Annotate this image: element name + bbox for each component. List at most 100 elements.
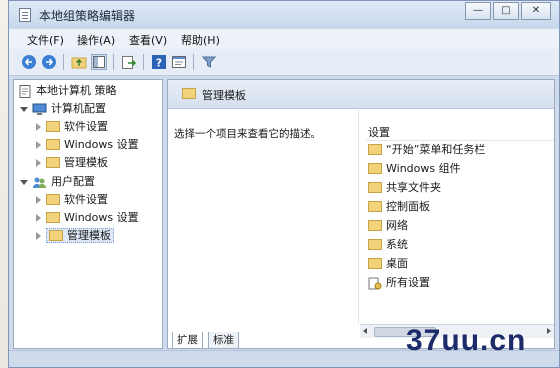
folder-icon — [368, 143, 382, 155]
close-button[interactable]: ✕ — [521, 2, 551, 20]
list-item-label: 系统 — [386, 238, 408, 251]
list-item[interactable]: 桌面 — [368, 256, 408, 272]
watermark-text: 37uu.cn — [406, 324, 527, 357]
list-item-label: 控制面板 — [386, 200, 430, 213]
scroll-left-icon[interactable] — [363, 328, 367, 334]
maximize-button[interactable]: □ — [493, 2, 519, 20]
export-icon[interactable] — [121, 54, 137, 70]
filter-icon[interactable] — [201, 54, 217, 70]
folder-icon — [368, 219, 382, 231]
list-item-label: 网络 — [386, 219, 408, 232]
tree-label: 本地计算机 策略 — [36, 84, 117, 97]
folder-icon — [368, 257, 382, 269]
app-icon — [19, 8, 31, 22]
collapse-arrow-icon[interactable] — [20, 180, 28, 185]
tree-node-admin-templates[interactable]: 管理模板 — [18, 155, 108, 171]
folder-icon — [46, 138, 60, 150]
menu-help[interactable]: 帮助(H) — [181, 32, 220, 48]
tree-node-user-software-settings[interactable]: 软件设置 — [18, 192, 108, 208]
list-item[interactable]: 共享文件夹 — [368, 180, 441, 196]
menu-view[interactable]: 查看(V) — [129, 32, 167, 48]
tree-label: 计算机配置 — [51, 102, 106, 115]
details-header: 管理模板 — [168, 80, 554, 109]
tree-node-software-settings[interactable]: 软件设置 — [18, 119, 108, 135]
help-icon[interactable]: ? — [151, 54, 167, 70]
list-item[interactable]: 网络 — [368, 218, 408, 234]
tab-extended[interactable]: 扩展 — [172, 332, 203, 349]
tree-node-user-admin-templates[interactable]: 管理模板 — [18, 228, 114, 244]
menu-file[interactable]: 文件(F) — [27, 32, 64, 48]
forward-icon[interactable] — [41, 54, 57, 70]
tree-label: 管理模板 — [67, 229, 111, 242]
group-policy-editor-window: 本地组策略编辑器 — □ ✕ 文件(F) 操作(A) 查看(V) 帮助(H) ? — [8, 0, 560, 368]
expand-arrow-icon[interactable] — [36, 214, 41, 222]
folder-icon — [46, 156, 60, 168]
collapse-arrow-icon[interactable] — [20, 107, 28, 112]
tree-node-windows-settings[interactable]: Windows 设置 — [18, 137, 139, 153]
tree-label: Windows 设置 — [64, 211, 139, 224]
list-item[interactable]: 控制面板 — [368, 199, 430, 215]
folder-icon — [368, 181, 382, 193]
properties-icon[interactable] — [171, 54, 187, 70]
details-pane: 管理模板 选择一个项目来查看它的描述。 设置 “开始”菜单和任务栏 Window… — [167, 79, 555, 349]
tree-label: 用户配置 — [51, 175, 95, 188]
folder-icon — [182, 88, 196, 99]
computer-icon — [32, 103, 47, 115]
list-item-label: 所有设置 — [386, 276, 430, 289]
all-settings-icon — [368, 277, 382, 289]
toolbar: ? — [9, 49, 559, 76]
expand-arrow-icon[interactable] — [36, 232, 41, 240]
list-item-label: Windows 组件 — [386, 162, 461, 175]
show-tree-icon[interactable] — [91, 54, 107, 70]
tab-standard[interactable]: 标准 — [208, 332, 239, 349]
folder-icon — [46, 120, 60, 132]
tree-node-user-windows-settings[interactable]: Windows 设置 — [18, 210, 139, 226]
column-header-label: 设置 — [368, 126, 390, 139]
folder-icon — [49, 229, 63, 241]
toolbar-separator — [143, 54, 144, 70]
svg-text:?: ? — [156, 57, 162, 70]
list-item-label: “开始”菜单和任务栏 — [386, 143, 486, 156]
toolbar-separator — [113, 54, 114, 70]
tree-label: 管理模板 — [64, 156, 108, 169]
column-divider — [358, 108, 359, 324]
list-item-label: 共享文件夹 — [386, 181, 441, 194]
expand-arrow-icon[interactable] — [36, 123, 41, 131]
list-item[interactable]: 系统 — [368, 237, 408, 253]
tree-label: 软件设置 — [64, 193, 108, 206]
expand-arrow-icon[interactable] — [36, 196, 41, 204]
tree-node-user-config[interactable]: 用户配置 — [18, 174, 95, 190]
minimize-button[interactable]: — — [465, 2, 491, 20]
users-icon — [33, 177, 46, 188]
toolbar-separator — [193, 54, 194, 70]
folder-icon — [368, 200, 382, 212]
menu-action[interactable]: 操作(A) — [77, 32, 115, 48]
tree-node-local-policy[interactable]: 本地计算机 策略 — [18, 83, 117, 99]
title-bar[interactable]: 本地组策略编辑器 — □ ✕ — [9, 1, 559, 29]
view-tabs: 扩展 标准 — [168, 332, 288, 350]
list-item[interactable]: Windows 组件 — [368, 161, 461, 177]
folder-icon — [368, 162, 382, 174]
policy-icon — [19, 85, 31, 98]
menu-bar: 文件(F) 操作(A) 查看(V) 帮助(H) — [9, 29, 559, 50]
list-item-label: 桌面 — [386, 257, 408, 270]
tree-label: Windows 设置 — [64, 138, 139, 151]
column-header-setting[interactable]: 设置 — [366, 122, 554, 141]
expand-arrow-icon[interactable] — [36, 141, 41, 149]
folder-icon — [46, 193, 60, 205]
up-folder-icon[interactable] — [71, 54, 87, 70]
toolbar-separator — [63, 54, 64, 70]
list-item[interactable]: 所有设置 — [368, 275, 430, 291]
list-item[interactable]: “开始”菜单和任务栏 — [368, 142, 485, 158]
tree-label: 软件设置 — [64, 120, 108, 133]
tree-node-computer-config[interactable]: 计算机配置 — [18, 101, 106, 117]
back-icon[interactable] — [21, 54, 37, 70]
folder-icon — [368, 238, 382, 250]
expand-arrow-icon[interactable] — [36, 159, 41, 167]
policy-tree: 本地计算机 策略 计算机配置 软件设置 Windows 设置 管理模板 用户配置 — [13, 79, 163, 349]
folder-icon — [46, 211, 60, 223]
description-text: 选择一个项目来查看它的描述。 — [174, 128, 321, 140]
scroll-right-icon[interactable] — [547, 328, 551, 334]
details-title: 管理模板 — [202, 89, 246, 102]
window-title: 本地组策略编辑器 — [39, 9, 136, 23]
